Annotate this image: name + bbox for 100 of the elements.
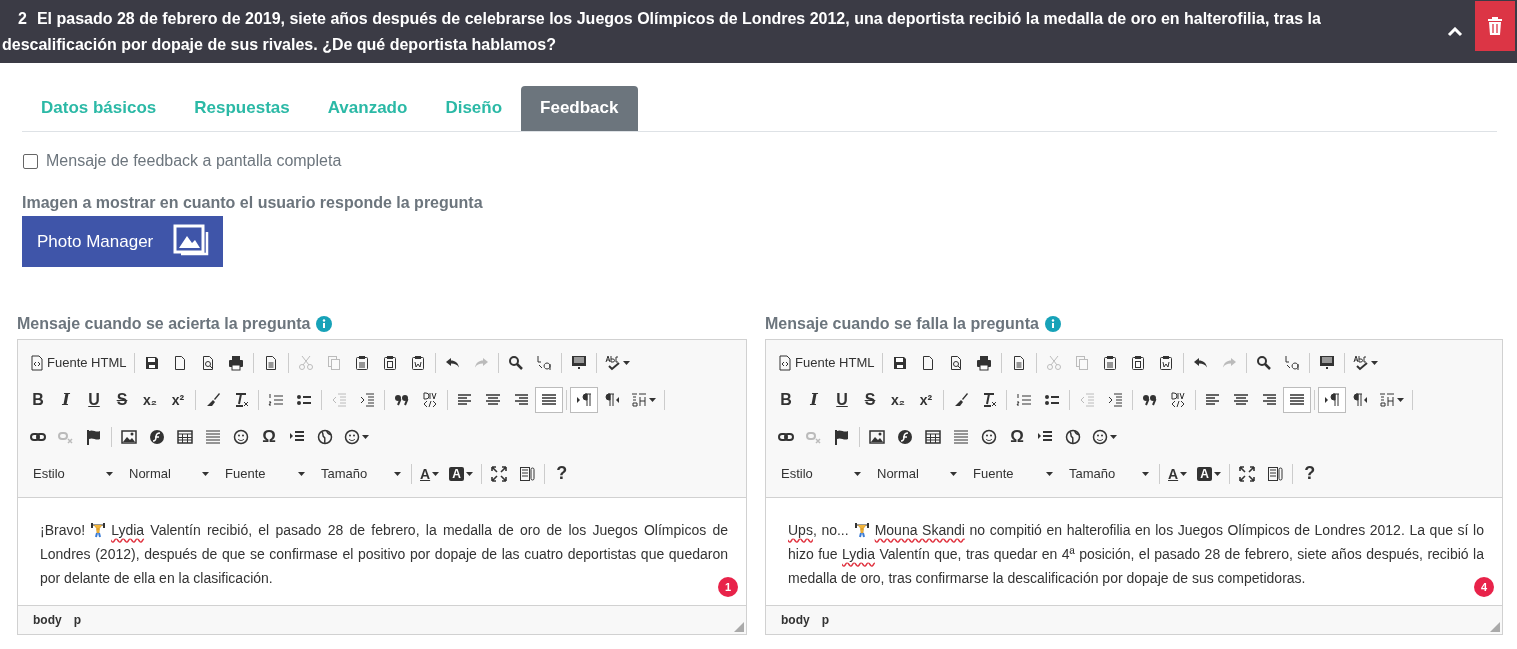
image-icon [869, 428, 885, 445]
replace-icon [536, 354, 553, 371]
smiley-icon [981, 428, 997, 445]
globe-icon [1065, 428, 1081, 445]
chevron-up-icon [1447, 26, 1463, 37]
delete-button[interactable] [1475, 0, 1515, 51]
image-label: Imagen a mostrar en cuanto el usuario responde la pregunta [22, 194, 484, 212]
maximize-icon [490, 465, 507, 482]
element-path-item[interactable]: body [30, 613, 65, 627]
text-color-button[interactable]: A [1163, 460, 1193, 487]
info-icon[interactable] [1044, 316, 1061, 332]
print-icon [228, 354, 245, 371]
justify-button[interactable] [1283, 386, 1311, 413]
paste-text-icon [1130, 354, 1147, 371]
flash-icon [897, 428, 913, 445]
strike-button[interactable]: S [856, 386, 884, 413]
info-icon[interactable] [316, 316, 333, 332]
resize-grip-icon[interactable] [734, 622, 744, 632]
dropdown[interactable]: Normal [120, 460, 216, 487]
strike-button[interactable]: S [108, 386, 136, 413]
spellcheck-icon [1353, 354, 1370, 371]
caret-icon [1371, 360, 1379, 365]
table-icon [925, 428, 941, 445]
horizontal-rule-icon [953, 428, 969, 445]
caret-icon [362, 434, 369, 439]
show-blocks-icon [518, 465, 535, 482]
paste-text-icon [382, 354, 399, 371]
source-button[interactable]: Fuente HTML [24, 349, 132, 376]
numbered-list-icon [1016, 391, 1032, 408]
save-icon [144, 354, 161, 371]
count-badge: 4 [1474, 577, 1494, 597]
source-icon [777, 354, 793, 371]
div-icon [422, 391, 438, 408]
flash-icon [149, 428, 165, 445]
ltr-button[interactable] [570, 386, 598, 413]
caret-icon [649, 397, 656, 402]
caret-icon [432, 471, 440, 476]
underline-button[interactable]: U [828, 386, 856, 413]
maximize-icon [1238, 465, 1255, 482]
justify-icon [541, 391, 557, 408]
editor-label: Mensaje cuando se acierta la pregunta [17, 315, 311, 333]
dropdown[interactable]: Estilo [24, 460, 120, 487]
horizontal-rule-icon [205, 428, 221, 445]
superscript-button[interactable]: x² [164, 386, 192, 413]
subscript-button[interactable]: x₂ [136, 386, 164, 413]
smiley-icon [233, 428, 249, 445]
element-path-item[interactable]: p [70, 613, 84, 627]
language-icon [1379, 391, 1395, 408]
italic-button[interactable]: I [52, 386, 80, 413]
align-left-icon [457, 391, 473, 408]
photo-manager-button[interactable]: Photo Manager [22, 216, 224, 267]
element-path-item[interactable]: p [818, 613, 832, 627]
text-color-button[interactable]: A [415, 460, 445, 487]
underline-button[interactable]: U [80, 386, 108, 413]
caret-icon [1046, 471, 1053, 476]
language-icon [631, 391, 647, 408]
subscript-button[interactable]: x₂ [884, 386, 912, 413]
caret-icon [106, 471, 113, 476]
help-button[interactable]: ? [1295, 460, 1324, 487]
ltr-button[interactable] [1318, 386, 1346, 413]
emoji-icon [344, 428, 360, 445]
align-right-icon [1261, 391, 1277, 408]
dropdown[interactable]: Tamaño [1060, 460, 1156, 487]
caret-icon [202, 471, 209, 476]
caret-icon [1142, 471, 1149, 476]
outdent-icon [1079, 391, 1095, 408]
rtl-icon [1352, 391, 1368, 408]
element-path-item[interactable]: body [778, 613, 813, 627]
dropdown[interactable]: Tamaño [312, 460, 408, 487]
numbered-list-icon [268, 391, 284, 408]
superscript-button[interactable]: x² [912, 386, 940, 413]
caret-icon [298, 471, 305, 476]
remove-format-icon [981, 391, 997, 408]
dropdown[interactable]: Normal [868, 460, 964, 487]
find-icon [508, 354, 525, 371]
paste-icon [1102, 354, 1119, 371]
bold-button[interactable]: B [772, 386, 800, 413]
checkbox-label[interactable]: Mensaje de feedback a pantalla completa [46, 152, 342, 170]
special-char-button[interactable]: Ω [255, 423, 283, 450]
caret-icon [465, 471, 473, 476]
dropdown[interactable]: Fuente [964, 460, 1060, 487]
source-button[interactable]: Fuente HTML [772, 349, 880, 376]
source-icon [29, 354, 45, 371]
justify-button[interactable] [535, 386, 563, 413]
background-color-button[interactable]: A [444, 460, 478, 487]
caret-icon [394, 471, 401, 476]
background-color-button[interactable]: A [1192, 460, 1226, 487]
checkbox[interactable] [23, 153, 38, 169]
dropdown[interactable]: Estilo [772, 460, 868, 487]
outdent-icon [331, 391, 347, 408]
italic-button[interactable]: I [800, 386, 828, 413]
dropdown[interactable]: Fuente [216, 460, 312, 487]
flag-icon [834, 428, 850, 445]
ltr-icon [1324, 391, 1340, 408]
tab[interactable]: Feedback [521, 86, 638, 131]
bold-button[interactable]: B [24, 386, 52, 413]
special-char-button[interactable]: Ω [1003, 423, 1031, 450]
remove-format-icon [233, 391, 249, 408]
help-button[interactable]: ? [547, 460, 576, 487]
resize-grip-icon[interactable] [1490, 622, 1500, 632]
